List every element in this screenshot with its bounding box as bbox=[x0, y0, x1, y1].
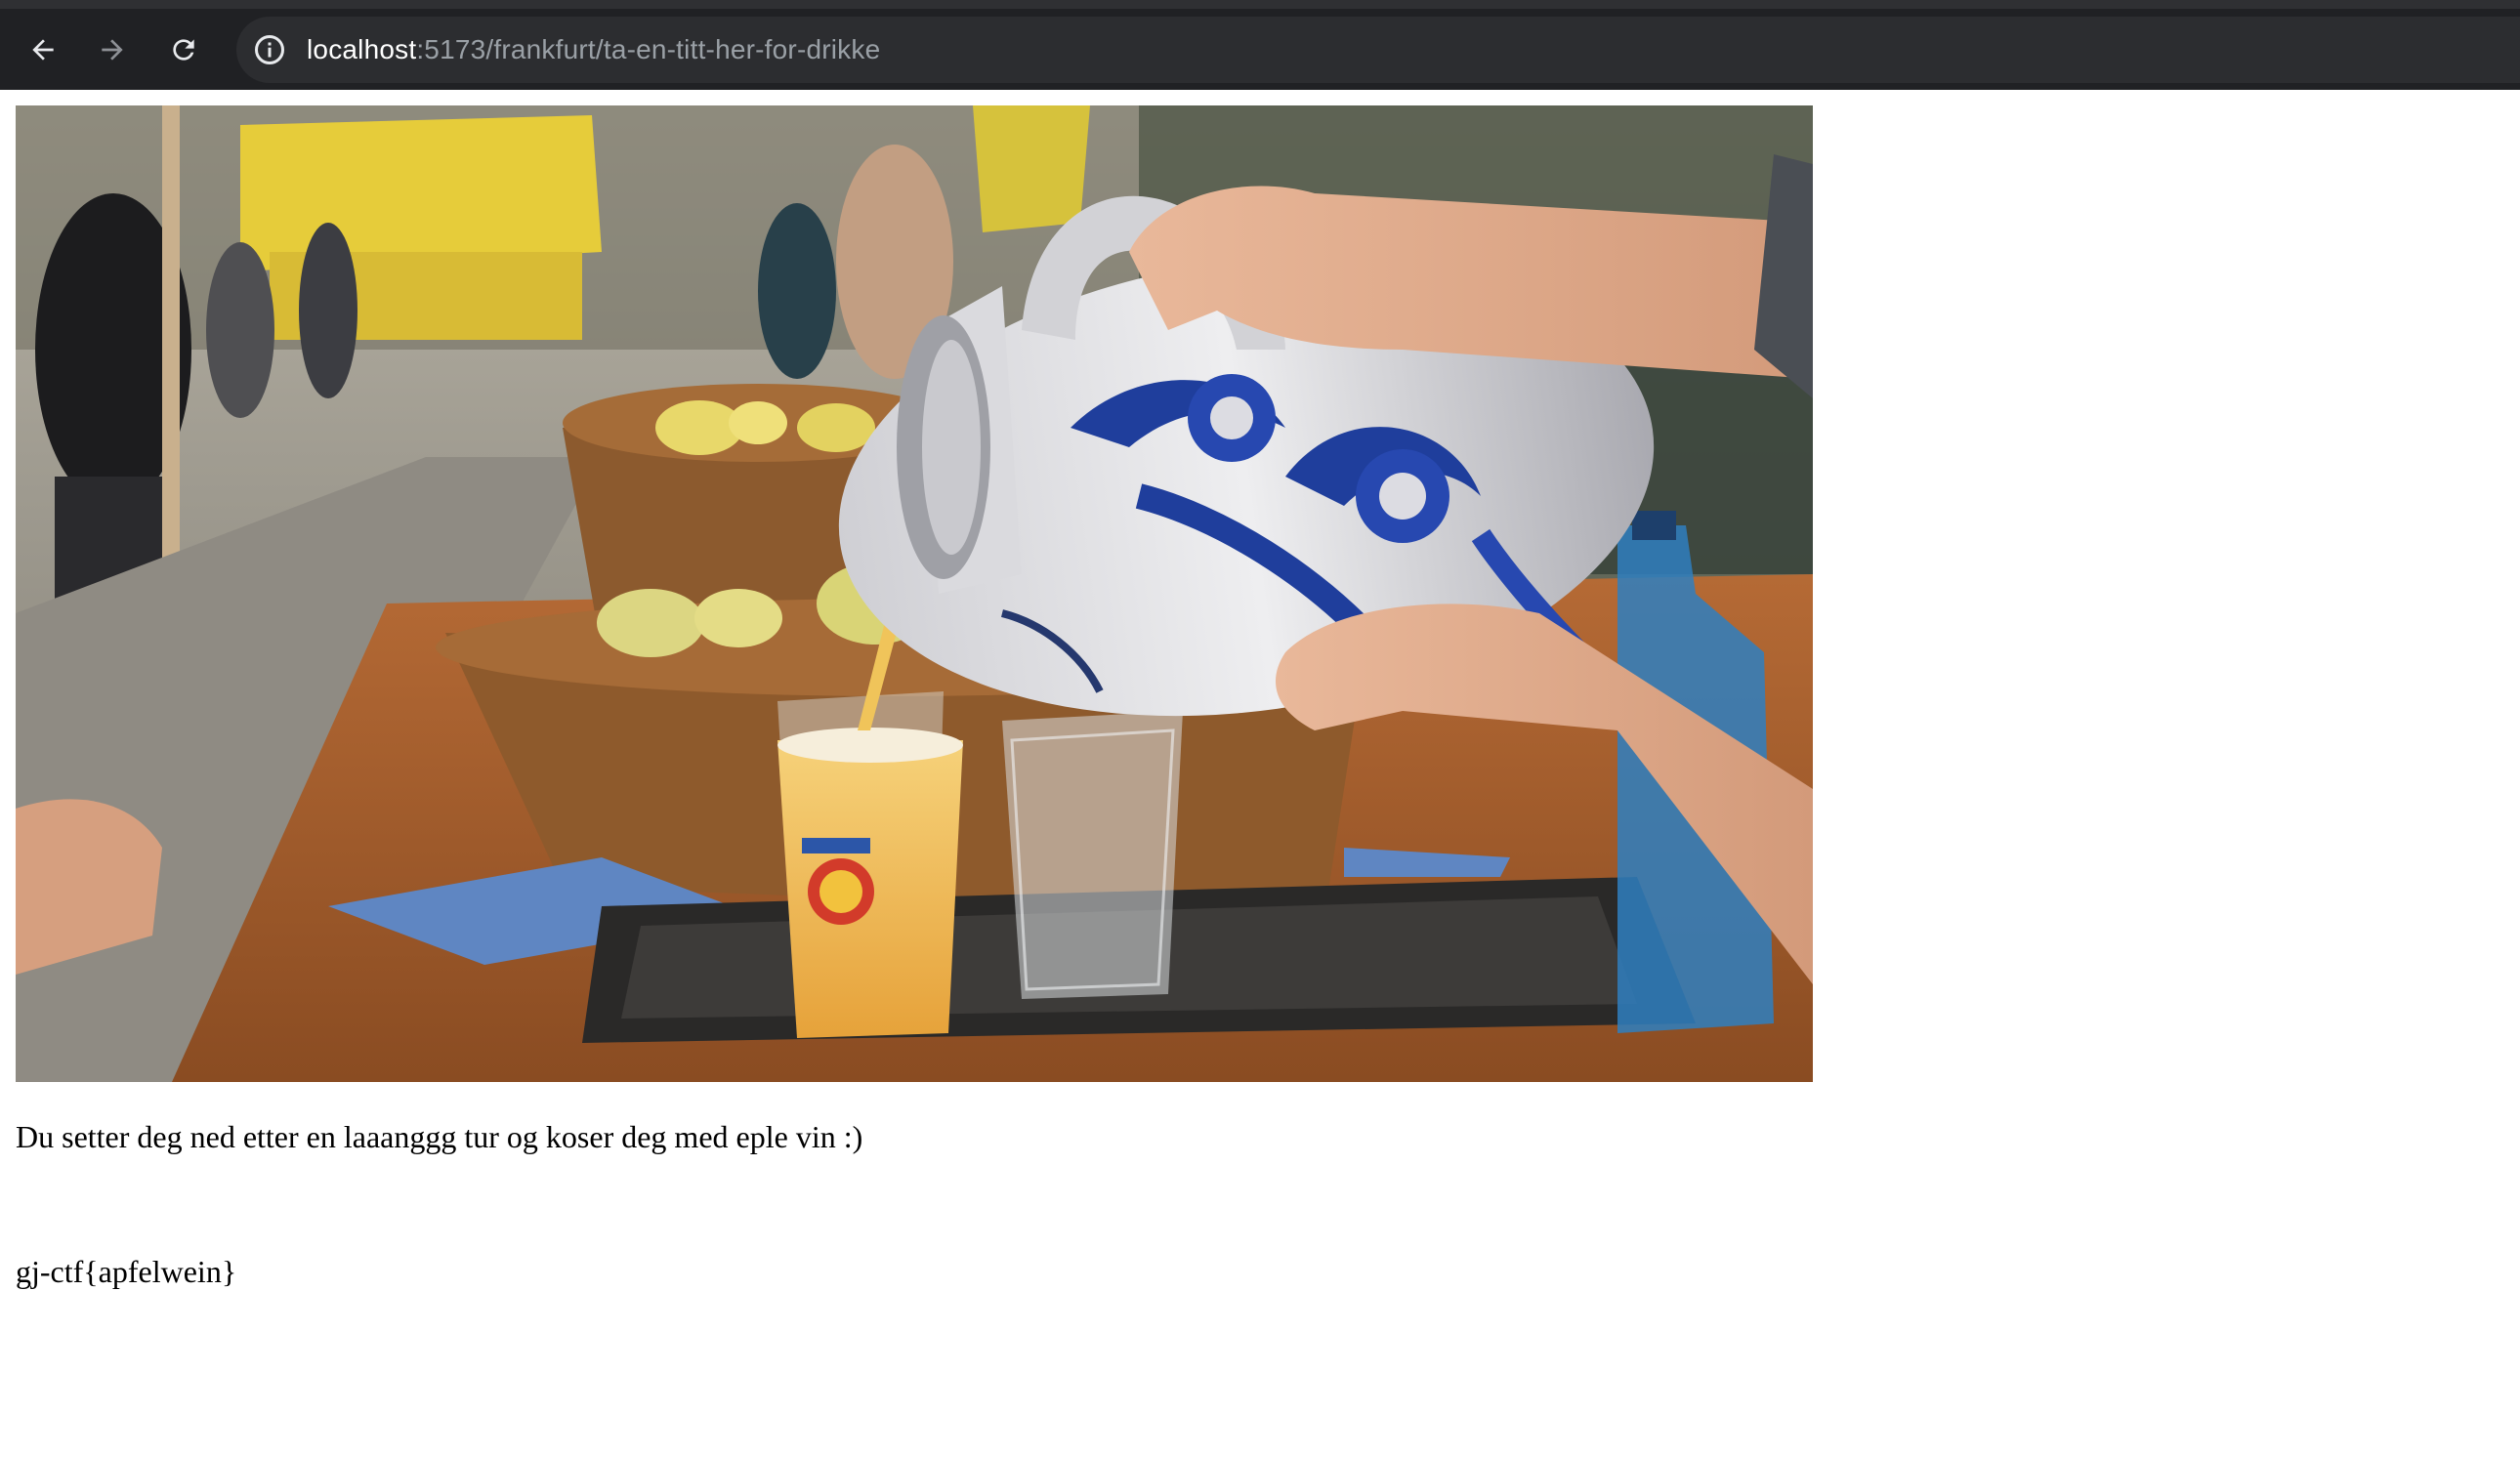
address-bar[interactable]: localhost:5173/frankfurt/ta-en-titt-her-… bbox=[236, 17, 2520, 83]
url-host: localhost bbox=[307, 34, 417, 64]
url-text[interactable]: localhost:5173/frankfurt/ta-en-titt-her-… bbox=[307, 17, 880, 83]
info-icon[interactable] bbox=[252, 32, 287, 67]
page-content: Du setter deg ned etter en laaanggg tur … bbox=[16, 105, 2516, 1289]
reload-icon bbox=[173, 39, 194, 61]
forward-button[interactable] bbox=[87, 24, 138, 75]
arrow-right-icon bbox=[102, 39, 123, 61]
browser-toolbar: localhost:5173/frankfurt/ta-en-titt-her-… bbox=[0, 0, 2520, 90]
arrow-left-icon bbox=[32, 39, 54, 61]
apfelwein-photo bbox=[16, 105, 1813, 1082]
description-text: Du setter deg ned etter en laaanggg tur … bbox=[16, 1119, 863, 1154]
reload-button[interactable] bbox=[158, 24, 209, 75]
url-path: :5173/frankfurt/ta-en-titt-her-for-drikk… bbox=[416, 34, 881, 64]
back-button[interactable] bbox=[18, 24, 68, 75]
flag-text: gj-ctf{apfelwein} bbox=[16, 1254, 237, 1289]
